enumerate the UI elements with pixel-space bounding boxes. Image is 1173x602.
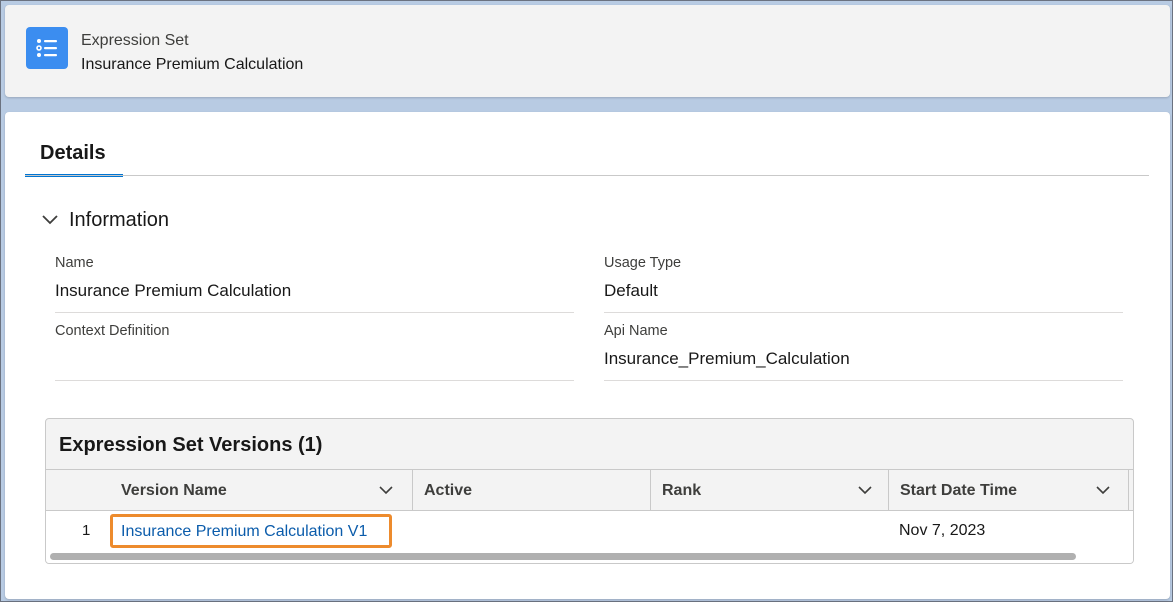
version-name-text[interactable]: Insurance Premium Calculation V1 xyxy=(121,523,367,541)
column-start-date-time[interactable]: Start Date Time xyxy=(888,470,1128,511)
tab-details[interactable]: Details xyxy=(25,132,123,177)
field-label: Api Name xyxy=(604,323,668,339)
scrollbar-thumb[interactable] xyxy=(50,553,1076,560)
field-value: Insurance Premium Calculation xyxy=(55,281,292,300)
start-date-time-cell: Nov 7, 2023 xyxy=(899,522,986,539)
related-list-title: Expression Set Versions (1) xyxy=(59,434,323,456)
tab-divider xyxy=(25,175,1149,176)
field-value: Insurance_Premium_Calculation xyxy=(604,349,850,368)
record-title: Insurance Premium Calculation xyxy=(81,56,304,73)
column-active[interactable]: Active xyxy=(412,470,650,511)
field-divider xyxy=(604,380,1123,381)
table-header: Version Name Active Rank Start Date Time xyxy=(46,470,1133,511)
row-number: 1 xyxy=(82,522,91,539)
tab-details-label: Details xyxy=(40,142,106,164)
record-header: Expression Set Insurance Premium Calcula… xyxy=(5,5,1170,97)
column-label: Start Date Time xyxy=(900,482,1018,499)
list-icon xyxy=(26,27,68,69)
chevron-down-icon[interactable] xyxy=(1095,485,1111,495)
field-label: Name xyxy=(55,255,94,271)
chevron-down-icon[interactable] xyxy=(857,485,873,495)
column-label: Rank xyxy=(662,482,702,499)
column-label: Active xyxy=(424,482,473,499)
field-divider xyxy=(604,312,1123,313)
version-name-link[interactable]: Insurance Premium Calculation V1 xyxy=(110,514,392,548)
details-panel: Details Information Name Insurance Premi… xyxy=(5,112,1170,599)
table-row: 1 Insurance Premium Calculation V1 Nov 7… xyxy=(46,511,1133,549)
field-label: Usage Type xyxy=(604,255,682,271)
column-version-name[interactable]: Version Name xyxy=(110,470,412,511)
section-information-toggle[interactable]: Information xyxy=(41,207,169,233)
horizontal-scrollbar[interactable] xyxy=(48,553,1131,561)
column-rank[interactable]: Rank xyxy=(650,470,888,511)
chevron-down-icon xyxy=(42,215,58,225)
chevron-down-icon[interactable] xyxy=(378,485,394,495)
field-label: Context Definition xyxy=(55,323,170,339)
page-frame: Expression Set Insurance Premium Calcula… xyxy=(0,0,1173,602)
column-label: Version Name xyxy=(121,482,227,499)
field-value: Default xyxy=(604,281,658,300)
related-list-versions: Expression Set Versions (1) Version Name… xyxy=(45,418,1134,564)
column-overflow xyxy=(1128,470,1133,511)
object-type-label: Expression Set xyxy=(81,32,189,49)
field-divider xyxy=(55,380,574,381)
field-divider xyxy=(55,312,574,313)
versions-table: Version Name Active Rank Start Date Time… xyxy=(46,469,1133,563)
section-title: Information xyxy=(69,208,170,231)
